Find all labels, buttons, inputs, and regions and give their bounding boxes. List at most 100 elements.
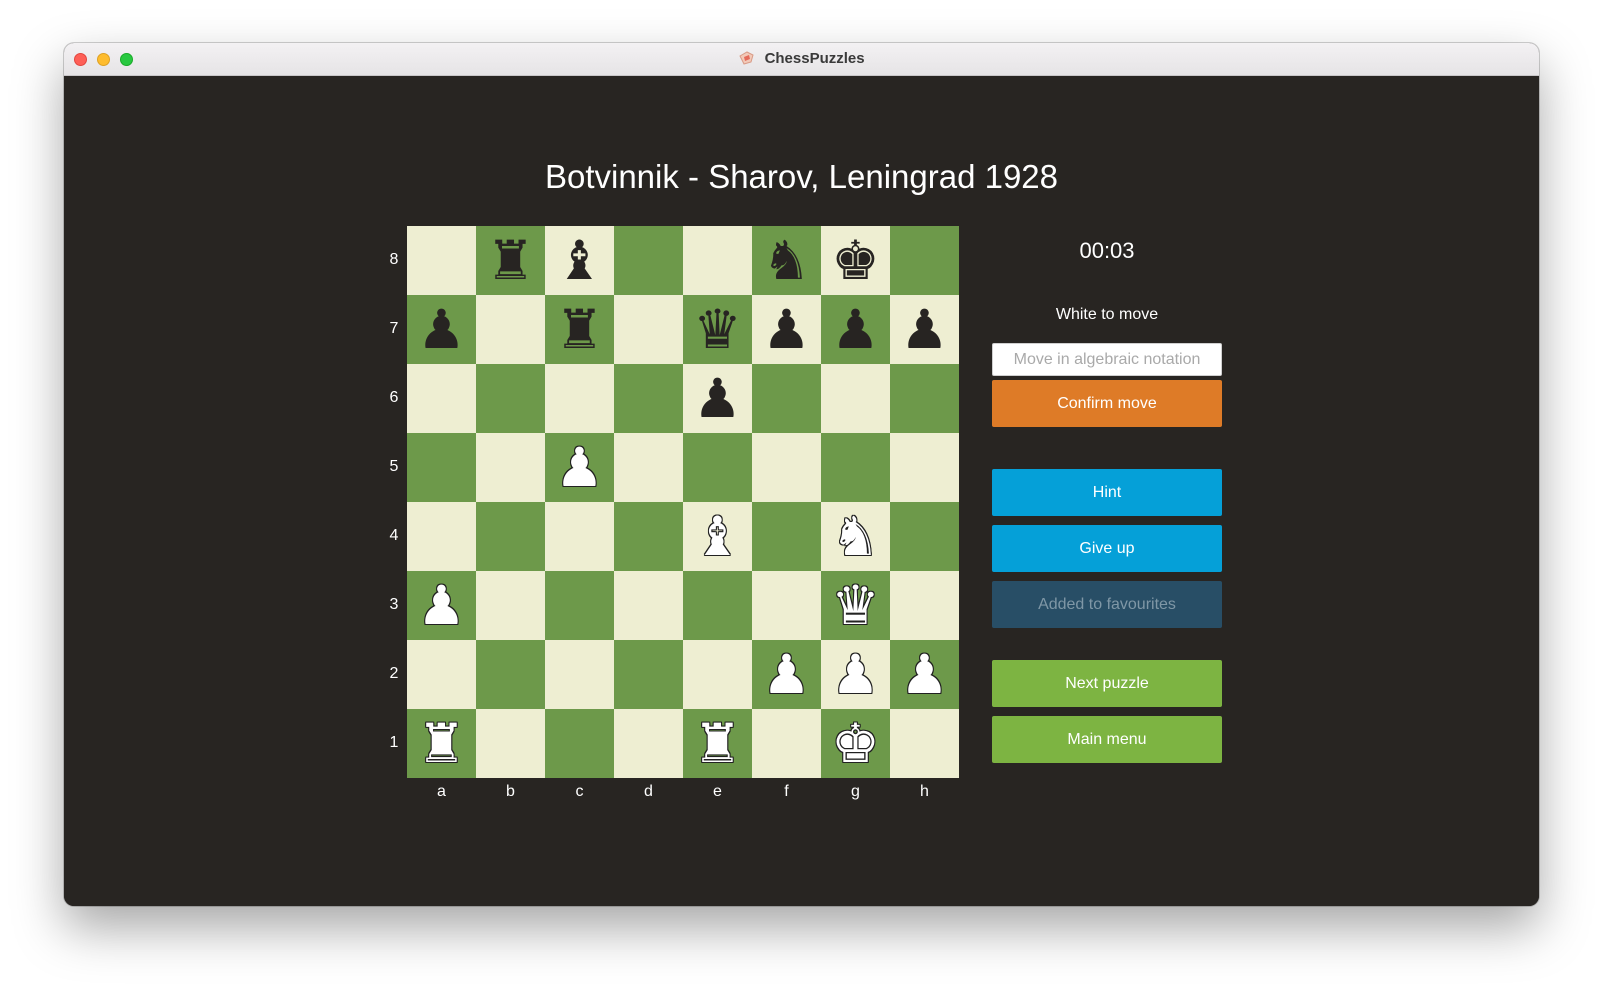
square-c7[interactable]: ♜ xyxy=(545,295,614,364)
square-g5[interactable] xyxy=(821,433,890,502)
square-a2[interactable] xyxy=(407,640,476,709)
square-h7[interactable]: ♟ xyxy=(890,295,959,364)
square-c5[interactable]: ♟ xyxy=(545,433,614,502)
square-h6[interactable] xyxy=(890,364,959,433)
square-b7[interactable] xyxy=(476,295,545,364)
black-queen-icon[interactable]: ♛ xyxy=(693,302,741,357)
square-f2[interactable]: ♟ xyxy=(752,640,821,709)
square-g7[interactable]: ♟ xyxy=(821,295,890,364)
square-e4[interactable]: ♝ xyxy=(683,502,752,571)
square-f8[interactable]: ♞ xyxy=(752,226,821,295)
square-e5[interactable] xyxy=(683,433,752,502)
square-e3[interactable] xyxy=(683,571,752,640)
square-c4[interactable] xyxy=(545,502,614,571)
square-d4[interactable] xyxy=(614,502,683,571)
square-g1[interactable]: ♚ xyxy=(821,709,890,778)
white-pawn-icon[interactable]: ♟ xyxy=(417,578,465,633)
square-c6[interactable] xyxy=(545,364,614,433)
square-d2[interactable] xyxy=(614,640,683,709)
square-a4[interactable] xyxy=(407,502,476,571)
white-pawn-icon[interactable]: ♟ xyxy=(762,647,810,702)
title-bar: ChessPuzzles xyxy=(64,43,1539,76)
main-menu-button[interactable]: Main menu xyxy=(992,716,1222,763)
square-c8[interactable]: ♝ xyxy=(545,226,614,295)
black-pawn-icon[interactable]: ♟ xyxy=(693,371,741,426)
give-up-button[interactable]: Give up xyxy=(992,525,1222,572)
white-rook-icon[interactable]: ♜ xyxy=(693,716,741,771)
square-a7[interactable]: ♟ xyxy=(407,295,476,364)
chess-board[interactable]: ♜ ♝ ♞ ♚ ♟ ♜ ♛ ♟ ♟ ♟ ♟ ♟ ♝ ♞ ♟ ♛ ♟ ♟ ♟ ♜ ♜ ♚ xyxy=(407,226,959,778)
move-input[interactable] xyxy=(992,343,1222,376)
square-h4[interactable] xyxy=(890,502,959,571)
square-d1[interactable] xyxy=(614,709,683,778)
square-a3[interactable]: ♟ xyxy=(407,571,476,640)
square-c1[interactable] xyxy=(545,709,614,778)
white-knight-icon[interactable]: ♞ xyxy=(831,509,879,564)
black-king-icon[interactable]: ♚ xyxy=(831,233,879,288)
square-e2[interactable] xyxy=(683,640,752,709)
square-h8[interactable] xyxy=(890,226,959,295)
black-pawn-icon[interactable]: ♟ xyxy=(762,302,810,357)
square-b2[interactable] xyxy=(476,640,545,709)
square-d5[interactable] xyxy=(614,433,683,502)
black-pawn-icon[interactable]: ♟ xyxy=(417,302,465,357)
white-pawn-icon[interactable]: ♟ xyxy=(555,440,603,495)
white-rook-icon[interactable]: ♜ xyxy=(417,716,465,771)
white-bishop-icon[interactable]: ♝ xyxy=(693,509,741,564)
square-h1[interactable] xyxy=(890,709,959,778)
hint-button[interactable]: Hint xyxy=(992,469,1222,516)
square-e6[interactable]: ♟ xyxy=(683,364,752,433)
square-e7[interactable]: ♛ xyxy=(683,295,752,364)
square-a1[interactable]: ♜ xyxy=(407,709,476,778)
square-e1[interactable]: ♜ xyxy=(683,709,752,778)
square-h2[interactable]: ♟ xyxy=(890,640,959,709)
white-pawn-icon[interactable]: ♟ xyxy=(831,647,879,702)
square-d3[interactable] xyxy=(614,571,683,640)
square-a8[interactable] xyxy=(407,226,476,295)
square-h3[interactable] xyxy=(890,571,959,640)
white-queen-icon[interactable]: ♛ xyxy=(831,578,879,633)
square-f7[interactable]: ♟ xyxy=(752,295,821,364)
square-c2[interactable] xyxy=(545,640,614,709)
square-h5[interactable] xyxy=(890,433,959,502)
square-b8[interactable]: ♜ xyxy=(476,226,545,295)
square-c3[interactable] xyxy=(545,571,614,640)
square-d6[interactable] xyxy=(614,364,683,433)
square-e8[interactable] xyxy=(683,226,752,295)
black-rook-icon[interactable]: ♜ xyxy=(555,302,603,357)
square-d8[interactable] xyxy=(614,226,683,295)
square-f4[interactable] xyxy=(752,502,821,571)
square-f1[interactable] xyxy=(752,709,821,778)
chess-app-icon xyxy=(739,51,754,65)
square-b5[interactable] xyxy=(476,433,545,502)
confirm-move-button[interactable]: Confirm move xyxy=(992,380,1222,427)
window-title: ChessPuzzles xyxy=(764,50,865,67)
square-g4[interactable]: ♞ xyxy=(821,502,890,571)
square-b1[interactable] xyxy=(476,709,545,778)
black-pawn-icon[interactable]: ♟ xyxy=(900,302,948,357)
square-a6[interactable] xyxy=(407,364,476,433)
black-bishop-icon[interactable]: ♝ xyxy=(555,233,603,288)
black-knight-icon[interactable]: ♞ xyxy=(762,233,810,288)
square-g6[interactable] xyxy=(821,364,890,433)
file-label: a xyxy=(437,783,446,800)
black-rook-icon[interactable]: ♜ xyxy=(486,233,534,288)
window-title-group: ChessPuzzles xyxy=(64,50,1539,67)
square-b6[interactable] xyxy=(476,364,545,433)
white-king-icon[interactable]: ♚ xyxy=(831,716,879,771)
square-g3[interactable]: ♛ xyxy=(821,571,890,640)
square-a5[interactable] xyxy=(407,433,476,502)
black-pawn-icon[interactable]: ♟ xyxy=(831,302,879,357)
square-f5[interactable] xyxy=(752,433,821,502)
file-label: e xyxy=(713,783,722,800)
square-d7[interactable] xyxy=(614,295,683,364)
square-b3[interactable] xyxy=(476,571,545,640)
square-b4[interactable] xyxy=(476,502,545,571)
white-pawn-icon[interactable]: ♟ xyxy=(900,647,948,702)
square-f6[interactable] xyxy=(752,364,821,433)
square-g8[interactable]: ♚ xyxy=(821,226,890,295)
square-f3[interactable] xyxy=(752,571,821,640)
next-puzzle-button[interactable]: Next puzzle xyxy=(992,660,1222,707)
square-g2[interactable]: ♟ xyxy=(821,640,890,709)
rank-label: 3 xyxy=(389,596,399,613)
